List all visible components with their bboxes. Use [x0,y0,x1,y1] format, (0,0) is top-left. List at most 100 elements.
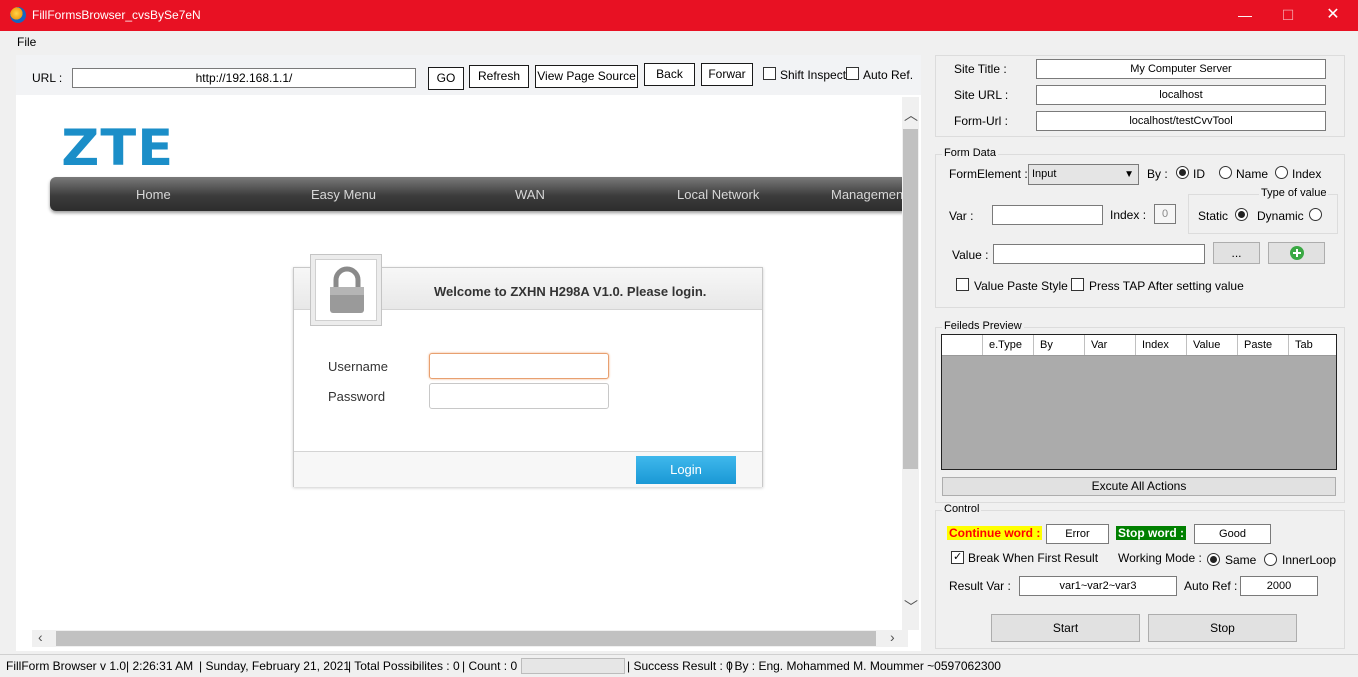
url-input[interactable]: http://192.168.1.1/ [72,68,416,88]
value-paste-style-checkbox[interactable] [956,278,969,291]
status-date: | Sunday, February 21, 2021 [199,659,350,673]
status-version: FillForm Browser v 1.0 [6,659,127,673]
close-button[interactable]: ✕ [1310,4,1356,26]
form-data-group: Form Data FormElement : Input ▼ By : ID … [935,147,1345,308]
form-element-value: Input [1032,168,1057,180]
login-button[interactable]: Login [636,456,736,484]
start-button[interactable]: Start [991,614,1140,642]
login-title: Welcome to ZXHN H298A V1.0. Please login… [434,284,707,299]
auto-ref-field[interactable]: 2000 [1240,576,1318,596]
break-first-checkbox[interactable] [951,550,964,564]
static-radio[interactable] [1235,208,1248,221]
scroll-left-icon[interactable]: ‹ [38,629,43,645]
nav-easy-menu[interactable]: Easy Menu [311,187,376,202]
status-possibilities: | Total Possibilites : 0 [348,659,460,673]
result-var-field[interactable]: var1~var2~var3 [1019,576,1177,596]
nav-home[interactable]: Home [136,187,171,202]
by-name-label: Name [1236,167,1269,181]
execute-all-button[interactable]: Excute All Actions [942,477,1336,496]
continue-word-field[interactable]: Error [1046,524,1109,544]
fields-preview-table[interactable]: e.Type By Var Index Value Paste Tab [941,334,1337,470]
minimize-button[interactable]: — [1222,4,1268,26]
site-url-field[interactable]: localhost [1036,85,1326,105]
view-source-button[interactable]: View Page Source [535,65,638,88]
username-input[interactable] [429,353,609,379]
scroll-down-icon[interactable]: ﹀ [904,597,918,617]
static-label: Static [1198,209,1229,223]
dynamic-label: Dynamic [1257,209,1304,223]
nav-wan[interactable]: WAN [515,187,545,202]
var-field[interactable] [992,205,1103,225]
working-mode-label: Working Mode : [1118,551,1202,565]
by-id-radio[interactable] [1176,166,1189,179]
password-input[interactable] [429,383,609,409]
var-label: Var : [949,209,974,223]
browser-pane: URL : http://192.168.1.1/ GO Refresh Vie… [16,55,921,651]
col-paste[interactable]: Paste [1237,335,1288,355]
auto-ref-label: Auto Ref : [1184,579,1238,593]
dynamic-radio[interactable] [1309,208,1322,221]
col-tab[interactable]: Tab [1288,335,1336,355]
col-index[interactable]: Index [1135,335,1186,355]
type-of-value-title: Type of value [1259,187,1329,199]
vertical-scroll-thumb[interactable] [903,129,918,469]
chevron-down-icon: ▼ [1124,169,1134,180]
stop-word-field[interactable]: Good [1194,524,1271,544]
zte-logo: ZTE [61,119,175,177]
control-title: Control [942,503,982,515]
col-value[interactable]: Value [1186,335,1237,355]
status-bar: FillForm Browser v 1.0 | 2:26:31 AM | Su… [0,654,1358,677]
web-view[interactable]: ZTE Home Easy Menu WAN Local Network Man… [28,97,904,630]
site-title-field[interactable]: My Computer Server [1036,59,1326,79]
maximize-button[interactable]: ☐ [1265,4,1311,26]
inner-loop-radio[interactable] [1264,553,1277,566]
form-element-select[interactable]: Input ▼ [1028,164,1139,185]
same-label: Same [1225,553,1257,567]
status-author: | By : Eng. Mohammed M. Moummer ~0597062… [728,659,1001,673]
settings-pane: Site Title : My Computer Server Site URL… [930,55,1350,651]
index-field[interactable]: 0 [1154,204,1176,224]
col-etype[interactable]: e.Type [982,335,1033,355]
form-element-label: FormElement : [949,167,1028,181]
fields-preview-title: Feileds Preview [942,320,1024,332]
status-time: | 2:26:31 AM [126,659,194,673]
by-index-radio[interactable] [1275,166,1288,179]
table-header: e.Type By Var Index Value Paste Tab [942,335,1336,356]
go-button[interactable]: GO [428,67,464,90]
nav-management[interactable]: Managemen [831,187,903,202]
press-tap-checkbox[interactable] [1071,278,1084,291]
result-var-label: Result Var : [949,579,1011,593]
col-blank [942,335,982,355]
by-name-radio[interactable] [1219,166,1232,179]
url-label: URL : [32,71,63,85]
horizontal-scroll-thumb[interactable] [56,631,876,646]
forward-button[interactable]: Forwar [701,63,753,86]
control-group: Control Continue word : Error Stop word … [935,503,1345,649]
site-url-label: Site URL : [954,88,1009,102]
col-by[interactable]: By [1033,335,1084,355]
menu-file[interactable]: File [17,35,36,49]
refresh-button[interactable]: Refresh [469,65,529,88]
back-button[interactable]: Back [644,63,695,86]
password-label: Password [328,389,386,404]
same-radio[interactable] [1207,553,1220,566]
press-tap-label: Press TAP After setting value [1089,279,1244,293]
form-url-field[interactable]: localhost/testCvvTool [1036,111,1326,131]
nav-local-network[interactable]: Local Network [677,187,759,202]
scroll-up-icon[interactable]: ︿ [904,105,918,125]
stop-button[interactable]: Stop [1148,614,1297,642]
vertical-scrollbar[interactable]: ︿ ﹀ [902,97,919,630]
auto-ref-checkbox[interactable] [846,67,859,80]
value-field[interactable] [993,244,1205,264]
form-data-title: Form Data [942,147,998,159]
col-var[interactable]: Var [1084,335,1135,355]
break-first-label: Break When First Result [968,551,1099,565]
window-title: FillFormsBrowser_cvsBySe7eN [32,8,201,22]
browse-button[interactable]: ... [1213,242,1260,264]
add-field-button[interactable] [1268,242,1325,264]
shift-inspect-checkbox[interactable] [763,67,776,80]
url-toolbar: URL : http://192.168.1.1/ GO Refresh Vie… [16,55,921,95]
horizontal-scrollbar[interactable]: ‹ › [32,629,908,647]
scroll-right-icon[interactable]: › [890,629,895,645]
site-info-group: Site Title : My Computer Server Site URL… [935,55,1345,137]
